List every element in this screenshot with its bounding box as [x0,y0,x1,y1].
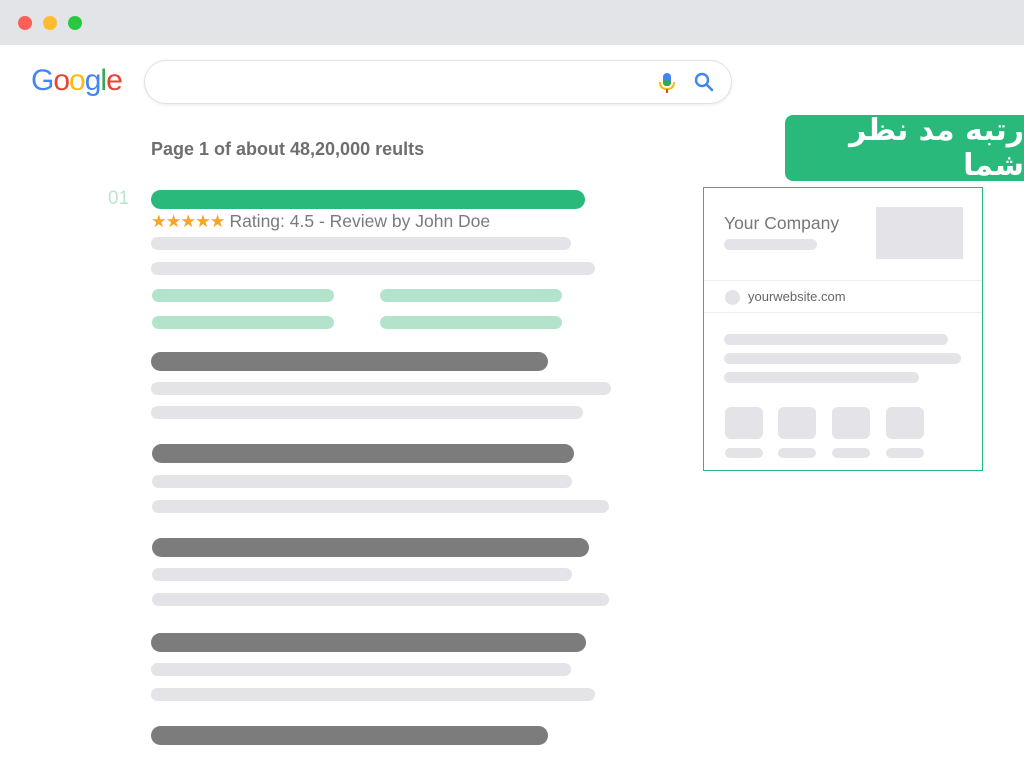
result-snippet-line [151,262,595,275]
logo-letter: o [69,64,86,97]
results-count: Page 1 of about 48,20,000 reults [151,139,425,159]
minimize-window-button[interactable] [43,16,57,30]
google-logo[interactable]: Google [31,64,123,98]
kp-company-name: Your Company [724,213,840,233]
result-title-placeholder[interactable] [152,538,589,557]
result-snippet-line [151,406,583,419]
kp-action-tile[interactable] [725,407,763,439]
kp-action-label-placeholder [832,448,870,458]
result-title-highlighted[interactable] [151,190,585,209]
microphone-icon[interactable] [658,72,676,94]
window-titlebar [0,0,1024,45]
kp-text-line [724,353,961,364]
kp-website-link[interactable]: yourwebsite.com [748,289,846,304]
result-title-placeholder[interactable] [151,633,586,652]
result-snippet-line [151,688,595,701]
result-title-placeholder[interactable] [152,444,574,463]
sitelink-placeholder[interactable] [380,289,562,302]
result-snippet-line [152,593,609,606]
target-rank-badge: رتبه مد نظر شما [785,113,1024,183]
sitelink-placeholder[interactable] [152,316,334,329]
search-input[interactable] [144,60,732,104]
kp-action-tile[interactable] [886,407,924,439]
maximize-window-button[interactable] [68,16,82,30]
kp-text-line [724,372,919,383]
result-snippet-line [151,382,611,395]
kp-action-label-placeholder [725,448,763,458]
result-snippet-line [151,663,571,676]
result-rating: ★★★★★ Rating: 4.5 - Review by John Doe [151,211,490,232]
result-rank-number: 01 [108,188,130,209]
kp-subtitle-placeholder [724,239,817,250]
result-snippet-line [152,475,572,488]
logo-letter: o [53,64,70,97]
globe-icon [725,290,740,305]
result-snippet-line [152,500,609,513]
rating-text: Rating: 4.5 - Review by John Doe [229,211,491,231]
result-snippet-line [151,237,571,250]
kp-image-placeholder [876,207,963,259]
result-title-placeholder[interactable] [151,726,548,745]
sitelink-placeholder[interactable] [380,316,562,329]
kp-divider [704,312,982,313]
logo-letter: e [106,64,123,97]
kp-text-line [724,334,948,345]
kp-action-tile[interactable] [778,407,816,439]
kp-action-tile[interactable] [832,407,870,439]
search-icon[interactable] [694,72,714,92]
kp-divider [704,280,982,281]
logo-letter: G [31,64,54,97]
logo-letter: g [84,64,102,97]
kp-action-label-placeholder [778,448,816,458]
close-window-button[interactable] [18,16,32,30]
result-snippet-line [152,568,572,581]
knowledge-panel: Your Company yourwebsite.com [703,187,983,471]
rating-stars-icon: ★★★★★ [151,211,225,231]
sitelink-placeholder[interactable] [152,289,334,302]
kp-action-label-placeholder [886,448,924,458]
result-title-placeholder[interactable] [151,352,548,371]
